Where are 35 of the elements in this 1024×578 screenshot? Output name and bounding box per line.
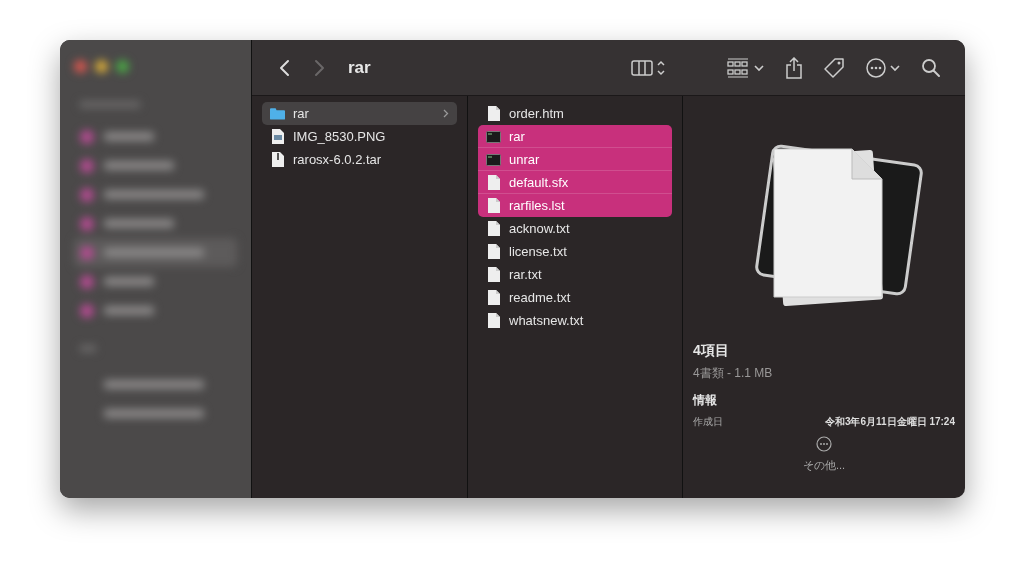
- preview-subtitle: 4書類 - 1.1 MB: [693, 365, 774, 382]
- file-row[interactable]: rar.txt: [478, 263, 672, 286]
- document-icon: [486, 175, 501, 190]
- terminal-icon: [486, 152, 501, 167]
- document-icon: [486, 221, 501, 236]
- file-row[interactable]: unrar: [478, 148, 672, 171]
- file-row[interactable]: order.htm: [478, 102, 672, 125]
- document-icon: [486, 290, 501, 305]
- document-icon: [486, 106, 501, 121]
- file-row[interactable]: rarfiles.lst: [478, 194, 672, 217]
- window-title: rar: [348, 57, 371, 78]
- document-icon: [486, 313, 501, 328]
- document-icon: [486, 267, 501, 282]
- info-value: 令和3年6月11日金曜日 17:24: [824, 415, 955, 429]
- ellipsis-circle-icon: [816, 436, 832, 452]
- document-icon: [486, 198, 501, 213]
- info-heading: 情報: [693, 392, 718, 409]
- info-label: 作成日: [693, 415, 723, 429]
- file-row[interactable]: IMG_8530.PNG: [262, 125, 457, 148]
- more-button[interactable]: その他...: [796, 435, 852, 474]
- image-file-icon: [270, 129, 285, 144]
- file-row[interactable]: readme.txt: [478, 286, 672, 309]
- chevron-right-icon: [312, 58, 326, 77]
- chevron-left-icon: [278, 58, 292, 77]
- document-icon: [486, 244, 501, 259]
- file-row[interactable]: default.sfx: [478, 171, 672, 194]
- file-row[interactable]: acknow.txt: [478, 217, 672, 240]
- folder-icon: [270, 106, 285, 121]
- file-row[interactable]: rar: [478, 125, 672, 148]
- file-row[interactable]: rarosx-6.0.2.tar: [262, 148, 457, 171]
- file-row[interactable]: whatsnew.txt: [478, 309, 672, 332]
- archive-file-icon: [270, 152, 285, 167]
- preview-title: 4項目: [693, 342, 730, 360]
- terminal-icon: [486, 129, 501, 144]
- file-row[interactable]: license.txt: [478, 240, 672, 263]
